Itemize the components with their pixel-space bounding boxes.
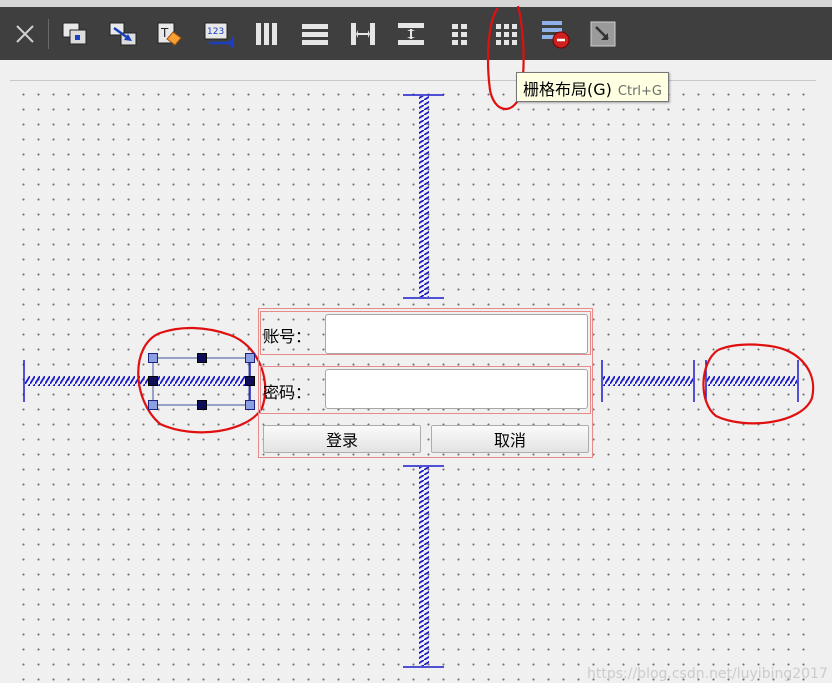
resize-handle[interactable]: [148, 353, 158, 363]
tooltip-shortcut: Ctrl+G: [617, 84, 662, 99]
resize-handle[interactable]: [148, 400, 158, 410]
cancel-button[interactable]: 取消: [431, 425, 589, 453]
resize-handle[interactable]: [245, 400, 255, 410]
watermark: https://blog.csdn.net/luyibing2017: [587, 666, 828, 682]
grid-layout-tooltip: 栅格布局(G) Ctrl+G: [516, 72, 669, 102]
right-horizontal-spacer[interactable]: [601, 360, 695, 402]
tooltip-label: 栅格布局(G): [523, 80, 612, 99]
resize-handle[interactable]: [197, 353, 207, 363]
resize-handle[interactable]: [245, 376, 255, 386]
password-input[interactable]: [325, 369, 588, 409]
account-label: 账号：: [263, 327, 312, 346]
resize-handle[interactable]: [148, 376, 158, 386]
top-vertical-spacer[interactable]: [403, 94, 444, 299]
password-label: 密码：: [263, 383, 312, 402]
login-grid-layout[interactable]: 账号： 密码： 登录 取消: [258, 308, 593, 458]
left-horizontal-spacer[interactable]: [23, 360, 251, 402]
account-input[interactable]: [325, 314, 588, 354]
extra-horizontal-spacer[interactable]: [705, 360, 799, 402]
resize-handle[interactable]: [197, 400, 207, 410]
login-button[interactable]: 登录: [263, 425, 421, 453]
bottom-vertical-spacer[interactable]: [403, 465, 444, 668]
resize-handle[interactable]: [245, 353, 255, 363]
